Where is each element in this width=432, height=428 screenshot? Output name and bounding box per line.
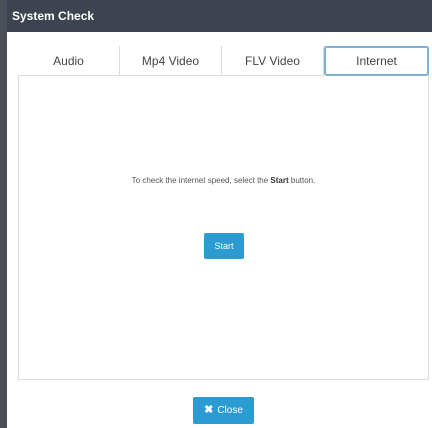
tab-internet[interactable]: Internet: [324, 46, 429, 76]
close-icon: ✖: [204, 404, 214, 416]
instruction-prefix: To check the internet speed, select the: [131, 176, 271, 185]
dialog-title: System Check: [7, 0, 432, 32]
start-button[interactable]: Start: [204, 233, 244, 259]
internet-instruction: To check the internet speed, select the …: [18, 176, 429, 185]
close-button[interactable]: ✖ Close: [193, 397, 254, 424]
tab-flv-video[interactable]: FLV Video: [222, 46, 324, 76]
close-label: Close: [217, 405, 243, 416]
instruction-suffix: button.: [288, 176, 316, 185]
tab-panel-internet: [18, 46, 429, 380]
tab-bar: Audio Mp4 Video FLV Video Internet: [18, 46, 429, 76]
tab-audio[interactable]: Audio: [18, 46, 120, 76]
tab-mp4-video[interactable]: Mp4 Video: [120, 46, 222, 76]
instruction-bold: Start: [270, 176, 289, 185]
background-strip: [0, 0, 7, 428]
